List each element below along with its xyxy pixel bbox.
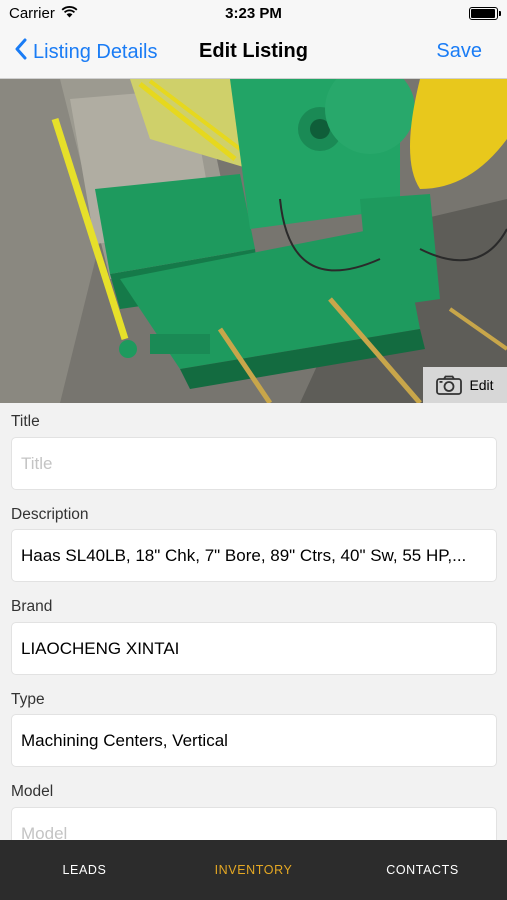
status-time: 3:23 PM <box>225 5 282 22</box>
back-button-label: Listing Details <box>33 40 158 63</box>
edit-photo-button[interactable]: Edit <box>423 367 507 403</box>
description-value: Haas SL40LB, 18" Chk, 7" Bore, 89" Ctrs,… <box>21 545 467 565</box>
brand-label: Brand <box>11 598 53 615</box>
type-value: Machining Centers, Vertical <box>21 730 228 750</box>
battery-level <box>471 9 495 18</box>
back-button[interactable]: Listing Details <box>14 38 158 66</box>
brand-field[interactable]: LIAOCHENG XINTAI <box>11 622 497 675</box>
camera-icon <box>436 375 463 395</box>
title-field[interactable]: Title <box>11 437 497 490</box>
navigation-bar: Listing Details Edit Listing Save <box>0 28 507 79</box>
brand-value: LIAOCHENG XINTAI <box>21 638 180 658</box>
listing-photo: Edit <box>0 79 507 403</box>
tab-inventory[interactable]: INVENTORY <box>169 840 338 900</box>
description-label: Description <box>11 506 89 523</box>
status-bar: Carrier 3:23 PM <box>0 0 507 28</box>
tab-bar: LEADS INVENTORY CONTACTS <box>0 840 507 900</box>
title-label: Title <box>11 413 40 430</box>
model-label: Model <box>11 783 54 800</box>
tab-contacts[interactable]: CONTACTS <box>338 840 507 900</box>
machine-photo-image <box>0 79 507 403</box>
type-label: Type <box>11 691 45 708</box>
edit-photo-label: Edit <box>469 377 494 393</box>
type-field[interactable]: Machining Centers, Vertical <box>11 714 497 767</box>
battery-icon <box>469 7 501 20</box>
save-button[interactable]: Save <box>436 40 482 63</box>
title-placeholder: Title <box>21 453 53 473</box>
chevron-left-icon <box>14 38 27 66</box>
tab-leads[interactable]: LEADS <box>0 840 169 900</box>
description-field[interactable]: Haas SL40LB, 18" Chk, 7" Bore, 89" Ctrs,… <box>11 529 497 582</box>
